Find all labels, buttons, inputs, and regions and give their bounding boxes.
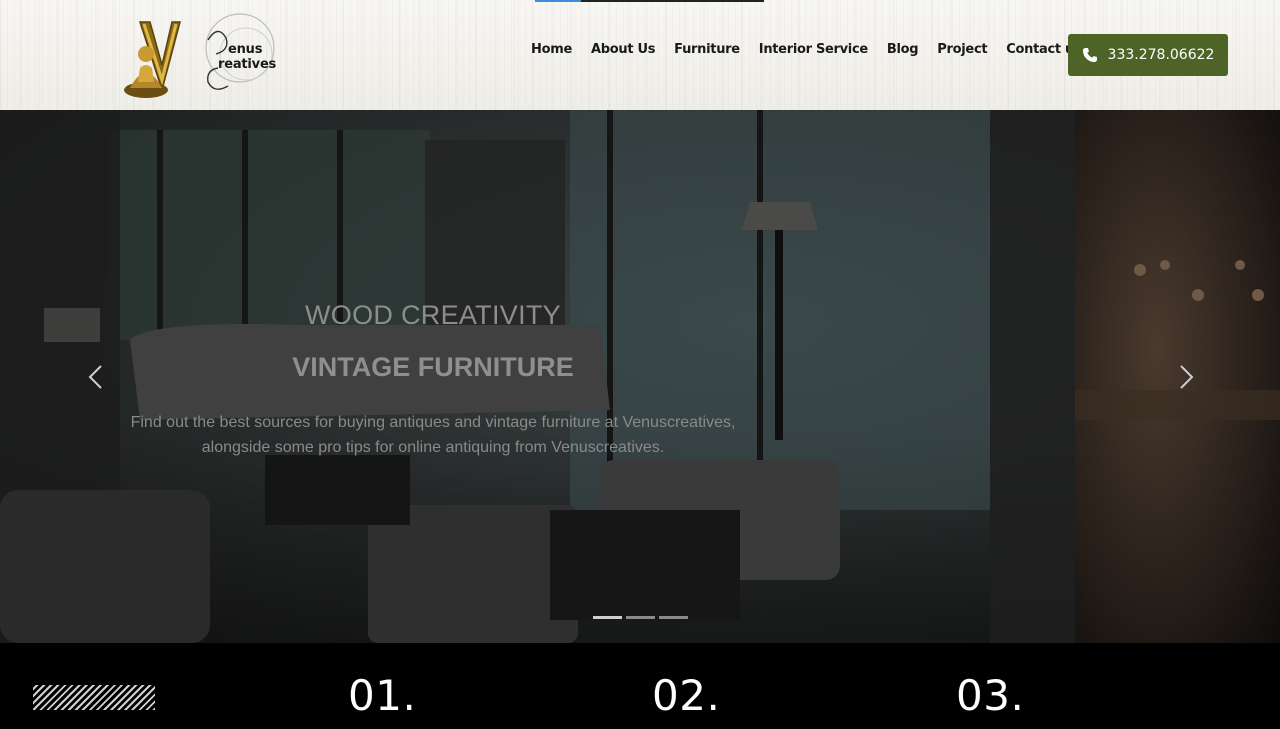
hero-description: Find out the best sources for buying ant…: [130, 414, 736, 456]
feature-number-3: 03.: [956, 671, 1025, 720]
brand-line-1: enus: [228, 42, 263, 57]
nav-home[interactable]: Home: [531, 42, 572, 57]
phone-number: 333.278.06622: [1107, 47, 1215, 63]
nav-blog[interactable]: Blog: [887, 42, 919, 57]
decorative-stripes: [33, 685, 155, 710]
slider-pagination: [593, 616, 692, 619]
nav-interior-service[interactable]: Interior Service: [759, 42, 868, 57]
hero-title: WOOD CREATIVITY: [304, 300, 561, 330]
slider-dot-3[interactable]: [659, 616, 688, 619]
page-progress-fill: [535, 0, 581, 2]
features-strip: 01. 02. 03.: [0, 643, 1280, 729]
feature-number-2: 02.: [652, 671, 721, 720]
brand-name: enus reatives: [218, 42, 276, 72]
phone-icon: [1082, 48, 1097, 62]
feature-number-1: 01.: [348, 671, 417, 720]
chevron-left-icon[interactable]: [86, 364, 106, 390]
slider-dot-1[interactable]: [593, 616, 622, 619]
hero-caption: WOOD CREATIVITY VINTAGE FURNITURE Find o…: [0, 110, 866, 643]
brand-line-2: reatives: [218, 57, 277, 72]
slider-dot-2[interactable]: [626, 616, 655, 619]
main-nav: Home About Us Furniture Interior Service…: [531, 42, 1082, 57]
page-progress-bar: [535, 0, 764, 2]
nav-about-us[interactable]: About Us: [591, 42, 655, 57]
nav-furniture[interactable]: Furniture: [674, 42, 740, 57]
site-header: enus reatives Home About Us Furniture In…: [0, 0, 1280, 110]
chevron-right-icon[interactable]: [1176, 364, 1196, 390]
phone-button[interactable]: 333.278.06622: [1068, 34, 1228, 76]
site-logo[interactable]: enus reatives: [122, 10, 302, 102]
nav-project[interactable]: Project: [937, 42, 987, 57]
hero-slider: WOOD CREATIVITY VINTAGE FURNITURE Find o…: [0, 110, 1280, 643]
hero-heading: VINTAGE FURNITURE: [292, 352, 574, 382]
